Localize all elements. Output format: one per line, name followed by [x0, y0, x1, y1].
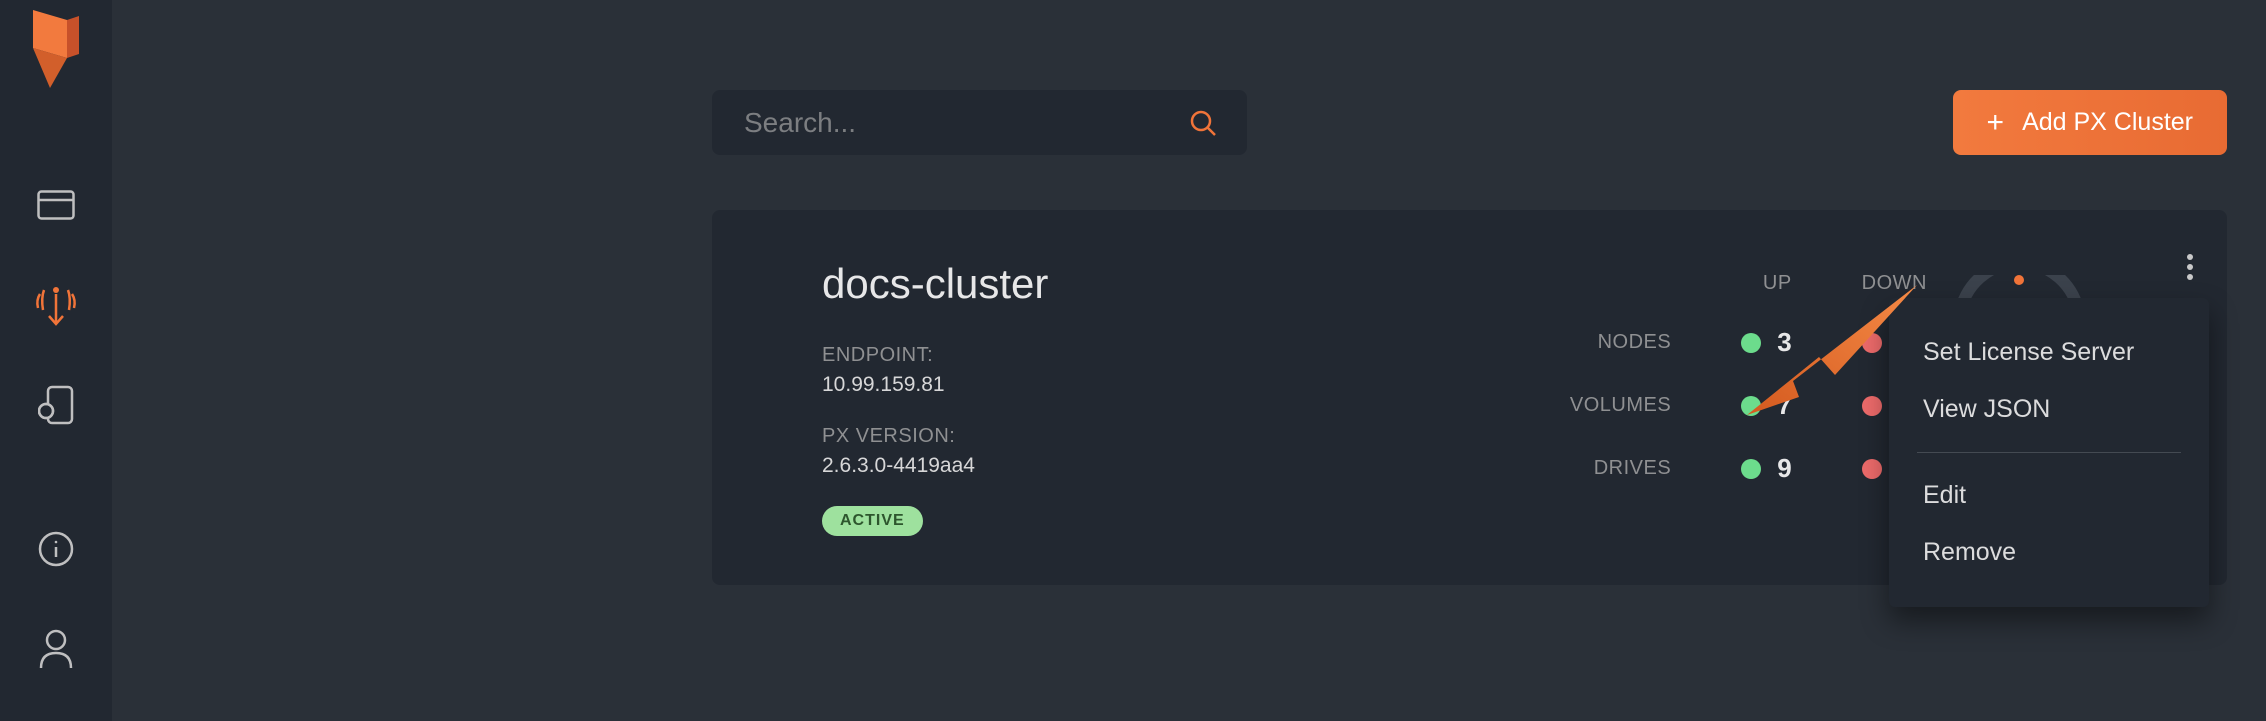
nav-info[interactable]	[0, 499, 112, 599]
cluster-card: docs-cluster ENDPOINT: 10.99.159.81 PX V…	[712, 210, 2227, 585]
col-down: DOWN	[1862, 272, 1927, 295]
nav-user[interactable]	[0, 599, 112, 699]
brand-logo	[33, 10, 79, 93]
nodes-up: 3	[1741, 327, 1791, 358]
volumes-up: 7	[1741, 390, 1791, 421]
menu-view-json[interactable]: View JSON	[1889, 381, 2209, 438]
menu-edit[interactable]: Edit	[1889, 467, 2209, 524]
add-cluster-label: Add PX Cluster	[2022, 108, 2193, 137]
row-nodes-label: NODES	[1570, 331, 1671, 354]
row-drives-label: DRIVES	[1570, 457, 1671, 480]
menu-set-license[interactable]: Set License Server	[1889, 324, 2209, 381]
menu-remove[interactable]: Remove	[1889, 524, 2209, 581]
drives-up: 9	[1741, 453, 1791, 484]
main-content: + Add PX Cluster docs-cluster ENDPOINT: …	[112, 0, 2266, 721]
col-up: UP	[1741, 272, 1791, 295]
card-menu-button[interactable]	[2187, 250, 2193, 284]
search-icon	[1189, 109, 1217, 137]
add-cluster-button[interactable]: + Add PX Cluster	[1953, 90, 2227, 155]
nav-clusters[interactable]	[0, 255, 112, 355]
menu-separator	[1917, 452, 2181, 453]
nav-dashboard[interactable]	[0, 155, 112, 255]
top-bar: + Add PX Cluster	[712, 0, 2227, 155]
nav-storage[interactable]	[0, 355, 112, 455]
cluster-stats: UP DOWN NODES 3 0 VOLUMES 7 0 DRIVES 9 0	[1570, 272, 1927, 484]
search-input[interactable]	[742, 106, 1189, 140]
row-volumes-label: VOLUMES	[1570, 394, 1671, 417]
card-menu: Set License Server View JSON Edit Remove	[1889, 298, 2209, 607]
status-badge: ACTIVE	[822, 506, 923, 536]
sidebar	[0, 0, 112, 721]
search-box[interactable]	[712, 90, 1247, 155]
